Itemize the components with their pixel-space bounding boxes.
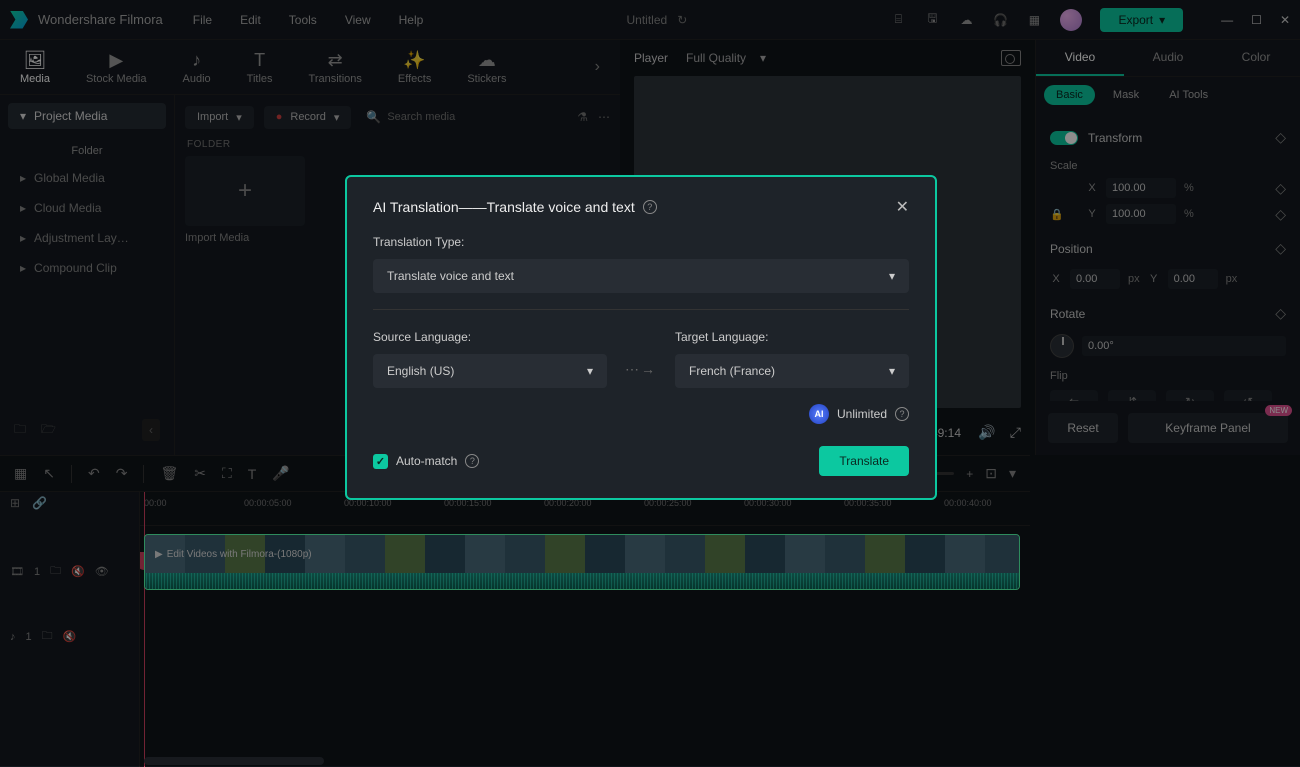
chevron-down-icon: ▾ <box>889 269 895 283</box>
credit-label: Unlimited <box>837 407 887 421</box>
automatch-label: Auto-match <box>396 454 457 468</box>
chevron-down-icon: ▾ <box>587 364 593 378</box>
translation-type-select[interactable]: Translate voice and text▾ <box>373 259 909 293</box>
arrow-icon: ⋯→ <box>625 361 657 378</box>
translation-type-label: Translation Type: <box>373 235 909 249</box>
modal-title: AI Translation——Translate voice and text <box>373 199 635 215</box>
source-lang-select[interactable]: English (US)▾ <box>373 354 607 388</box>
translate-button[interactable]: Translate <box>819 446 909 476</box>
automatch-checkbox[interactable]: ✓ <box>373 454 388 469</box>
target-lang-select[interactable]: French (France)▾ <box>675 354 909 388</box>
target-lang-label: Target Language: <box>675 330 909 344</box>
ai-translation-dialog: AI Translation——Translate voice and text… <box>345 175 937 500</box>
source-lang-label: Source Language: <box>373 330 607 344</box>
chevron-down-icon: ▾ <box>889 364 895 378</box>
info-icon[interactable]: ? <box>643 200 657 214</box>
info-icon[interactable]: ? <box>465 454 479 468</box>
ai-badge-icon: AI <box>809 404 829 424</box>
info-icon[interactable]: ? <box>895 407 909 421</box>
modal-close-icon[interactable]: ✕ <box>896 197 909 217</box>
